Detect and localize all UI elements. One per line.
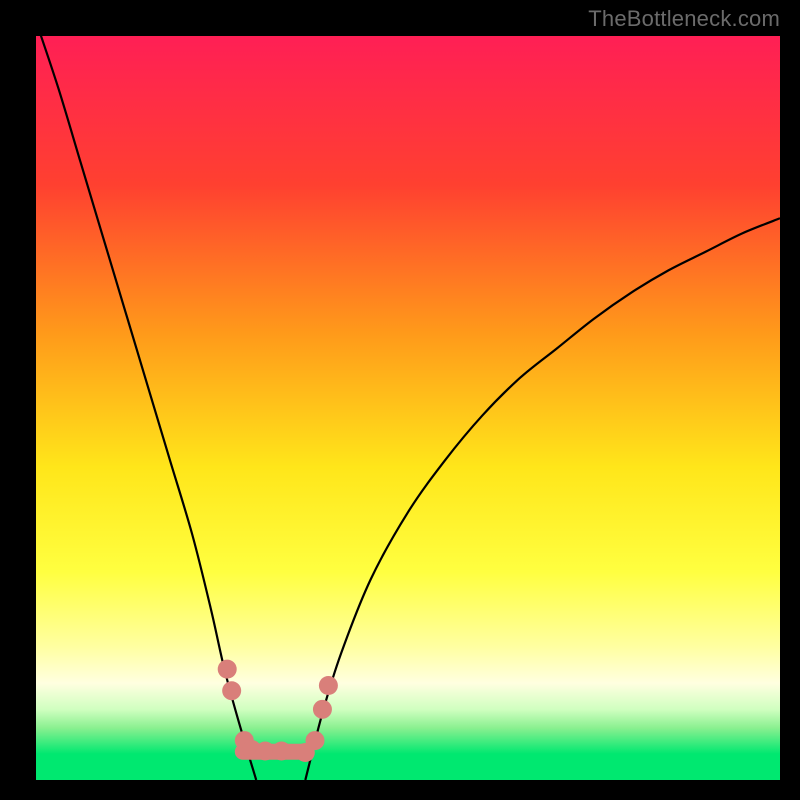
- marker-dot: [272, 741, 291, 760]
- marker-dot: [313, 700, 332, 719]
- marker-dot: [306, 731, 325, 750]
- marker-dot: [218, 660, 237, 679]
- bottleneck-chart: [0, 0, 800, 800]
- marker-dot: [256, 741, 275, 760]
- marker-dot: [319, 676, 338, 695]
- plot-background: [36, 36, 780, 780]
- marker-dot: [222, 681, 241, 700]
- chart-frame: TheBottleneck.com: [0, 0, 800, 800]
